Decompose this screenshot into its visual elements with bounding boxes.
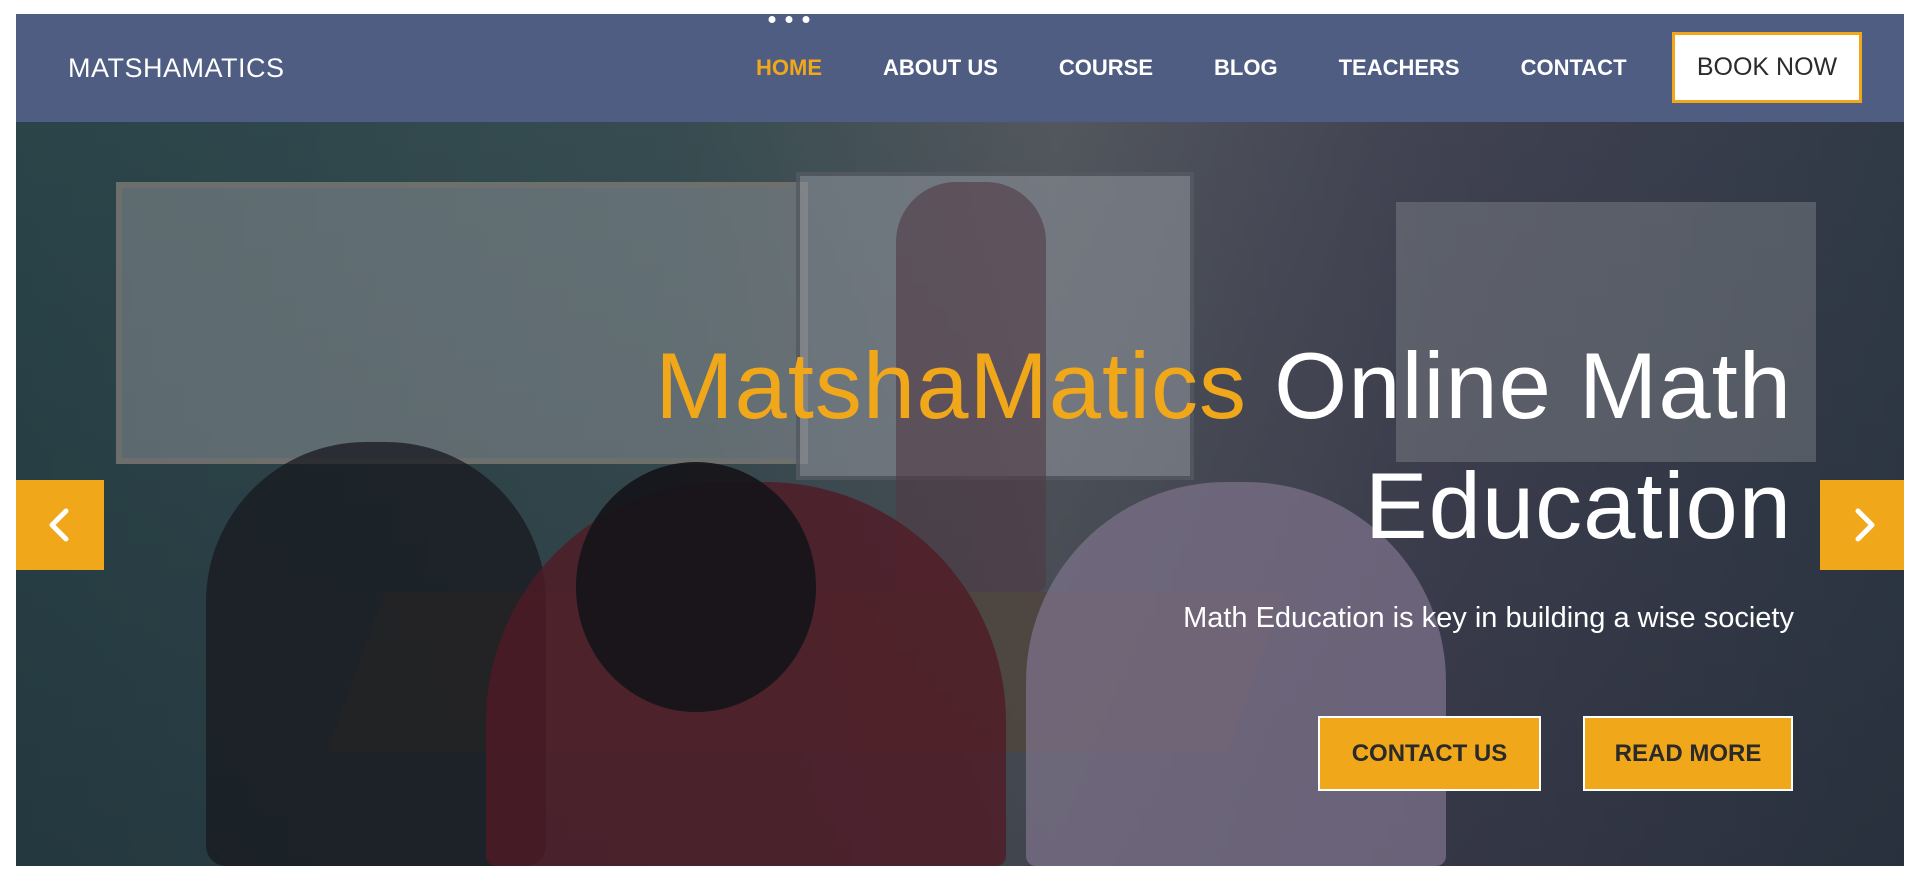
slider-next-button[interactable] [1820,480,1904,570]
nav-item-label: BLOG [1214,55,1278,80]
page-frame: MATSHAMATICS HOME ABOUT US COURSE BLOG T… [16,14,1904,866]
slider-prev-button[interactable] [16,480,104,570]
nav-item-home[interactable]: HOME [756,16,822,81]
nav-item-label: COURSE [1058,55,1154,80]
book-now-button[interactable]: BOOK NOW [1672,32,1862,103]
nav-item-blog[interactable]: BLOG [1214,55,1278,81]
read-more-button[interactable]: READ MORE [1583,716,1793,791]
hero-title-brand: MatshaMatics [655,333,1248,438]
nav-item-course[interactable]: COURSE [1059,55,1153,81]
hero-title-rest: Online Math Education [1247,333,1792,558]
main-nav: HOME ABOUT US COURSE BLOG TEACHERS CONTA… [756,14,1688,122]
nav-item-label: HOME [756,55,822,80]
navbar: MATSHAMATICS HOME ABOUT US COURSE BLOG T… [16,14,1904,122]
contact-us-button[interactable]: CONTACT US [1318,716,1541,791]
chevron-left-icon [49,508,69,542]
site-logo[interactable]: MATSHAMATICS [68,14,285,122]
nav-item-about[interactable]: ABOUT US [883,55,998,81]
three-dots-icon [768,16,810,23]
hero-slider: MatshaMatics Online Math Education Math … [16,122,1904,866]
hero-title: MatshaMatics Online Math Education [492,326,1792,566]
hero-subtitle: Math Education is key in building a wise… [1183,602,1794,634]
nav-item-label: ABOUT US [883,55,998,80]
nav-item-label: TEACHERS [1338,55,1460,80]
nav-item-contact[interactable]: CONTACT [1521,55,1627,81]
chevron-right-icon [1855,508,1875,542]
nav-item-teachers[interactable]: TEACHERS [1339,55,1460,81]
nav-item-label: CONTACT [1520,55,1627,80]
